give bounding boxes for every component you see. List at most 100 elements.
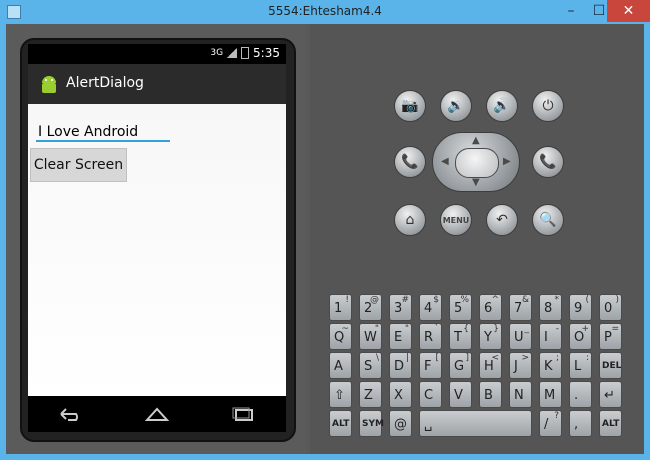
keyboard-key[interactable]: L: [569, 352, 592, 379]
keyboard-key[interactable]: W " [359, 323, 382, 350]
keyboard-key[interactable]: Q ~ [329, 323, 352, 350]
key-label: @ [394, 417, 407, 432]
key-label: 1 [334, 301, 343, 316]
keyboard-key[interactable]: 6 ^ [479, 294, 502, 321]
dpad-up-icon[interactable]: ▲ [472, 135, 480, 146]
key-sub-label: " [404, 324, 409, 334]
keyboard-key[interactable]: B [479, 381, 502, 408]
keyboard-key[interactable]: SYM [359, 410, 384, 437]
key-label: S [364, 359, 373, 374]
key-label: R [424, 330, 434, 345]
keyboard-key[interactable]: 8 * [539, 294, 562, 321]
keyboard-key[interactable]: Y} [479, 323, 502, 350]
key-label: G [454, 359, 465, 374]
key-label: ↵ [604, 388, 615, 403]
back-icon: ↶ [496, 212, 508, 228]
home-button[interactable]: ⌂ [394, 204, 426, 236]
keyboard-key[interactable]: 3 # [389, 294, 412, 321]
keyboard-key[interactable]: M [539, 381, 562, 408]
keyboard-key[interactable]: ↵ [599, 381, 622, 408]
key-label: 9 [574, 301, 583, 316]
key-sub-label: _ [524, 324, 530, 334]
key-sub-label: - [555, 324, 559, 334]
menu-button[interactable]: MENU [440, 204, 472, 236]
keyboard-key[interactable]: I- [539, 323, 562, 350]
key-label: DEL [602, 361, 622, 371]
close-button[interactable]: ✕ [607, 0, 650, 22]
key-sub-label: } [493, 324, 499, 334]
key-label: A [334, 359, 343, 374]
power-button[interactable]: ⏻ [532, 90, 564, 122]
keyboard-key[interactable]: H < [479, 352, 502, 379]
keyboard-key[interactable]: ⇧ [329, 381, 352, 408]
key-sub-label: { [463, 324, 469, 334]
keyboard-key[interactable]: , [569, 410, 592, 437]
back-button[interactable]: ↶ [486, 204, 518, 236]
keyboard-key[interactable]: 5% [449, 294, 472, 321]
keyboard-key[interactable]: O + [569, 323, 592, 350]
dpad-down-icon[interactable]: ▼ [472, 177, 480, 188]
keyboard-key[interactable]: 2 @ [359, 294, 382, 321]
key-label: D [394, 359, 405, 374]
keyboard-key[interactable]: 0) [599, 294, 622, 321]
keyboard-key[interactable]: D | [389, 352, 412, 379]
recent-apps-icon[interactable] [225, 402, 261, 426]
key-sub-label: ; [555, 353, 559, 363]
volume-up-button[interactable]: 🔊 [486, 90, 518, 122]
key-sub-label: " [374, 324, 379, 334]
android-icon [42, 76, 56, 93]
dpad-center[interactable] [455, 148, 499, 178]
keyboard-key[interactable]: 4 $ [419, 294, 442, 321]
home-icon[interactable] [139, 402, 175, 426]
dpad-right-icon[interactable]: ▶ [503, 156, 511, 167]
keyboard-key[interactable]: A [329, 352, 352, 379]
key-sub-label: ! [345, 295, 349, 305]
keyboard-key[interactable]: 7 & [509, 294, 532, 321]
key-label: T [454, 330, 462, 345]
keyboard-key[interactable]: /? [539, 410, 562, 437]
keyboard-key[interactable]: T{ [449, 323, 472, 350]
keyboard-key[interactable]: R ` [419, 323, 442, 350]
keyboard-key[interactable]: F[ [419, 352, 442, 379]
key-label: ALT [602, 419, 620, 429]
keyboard-key[interactable]: ALT [599, 410, 622, 437]
call-button[interactable]: 📞 [394, 146, 426, 178]
key-label: K [544, 359, 553, 374]
end-call-button[interactable]: 📞 [532, 146, 564, 178]
minimize-button[interactable]: – [556, 0, 586, 22]
keyboard-key[interactable]: K; [539, 352, 562, 379]
back-icon[interactable] [53, 402, 89, 426]
keyboard-key[interactable]: J > [509, 352, 532, 379]
key-label: X [394, 388, 403, 403]
keyboard-key[interactable]: G] [449, 352, 472, 379]
dpad-left-icon[interactable]: ◀ [441, 156, 449, 167]
keyboard-key[interactable]: 1! [329, 294, 352, 321]
keyboard-key[interactable]: 9( [569, 294, 592, 321]
volume-down-button[interactable]: 🔉 [440, 90, 472, 122]
text-input[interactable]: I Love Android [36, 114, 170, 142]
keyboard-key[interactable]: V [449, 381, 472, 408]
key-label: C [424, 388, 434, 403]
keyboard-key[interactable]: Z [359, 381, 382, 408]
keyboard-key[interactable]: @ [389, 410, 412, 437]
menu-label: MENU [442, 215, 470, 225]
keyboard-key[interactable]: ␣ [419, 410, 532, 437]
keyboard-key[interactable]: U _ [509, 323, 532, 350]
dpad[interactable]: ▲ ▼ ◀ ▶ [432, 132, 520, 192]
key-label: E [394, 330, 403, 345]
keyboard-key[interactable]: C [419, 381, 442, 408]
keyboard-key[interactable]: DEL [599, 352, 622, 379]
keyboard-key[interactable]: E " [389, 323, 412, 350]
keyboard-key[interactable]: S \ [359, 352, 382, 379]
keyboard-key[interactable]: X [389, 381, 412, 408]
keyboard-key[interactable]: ALT [329, 410, 352, 437]
keyboard-key[interactable]: P = [599, 323, 622, 350]
clear-screen-button[interactable]: Clear Screen [30, 148, 127, 182]
key-sub-label: + [581, 324, 589, 334]
keyboard-key[interactable]: . [569, 381, 592, 408]
key-sub-label: ~ [341, 324, 349, 334]
camera-button[interactable]: 📷 [394, 90, 426, 122]
search-icon: 🔍 [539, 212, 557, 228]
search-button[interactable]: 🔍 [532, 204, 564, 236]
keyboard-key[interactable]: N [509, 381, 532, 408]
